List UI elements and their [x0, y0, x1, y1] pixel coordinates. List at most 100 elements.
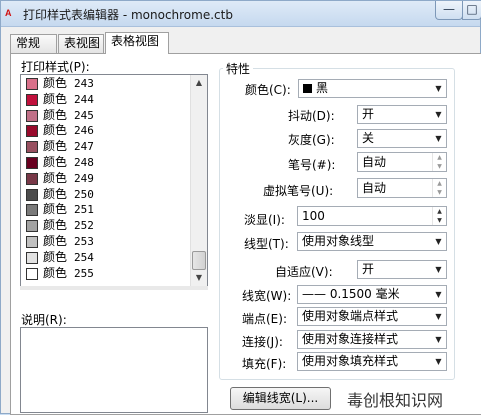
plot-style-name: 颜色	[43, 202, 68, 217]
chevron-down-icon: ▼	[435, 237, 442, 246]
color-dropdown[interactable]: 黑 ▼	[298, 79, 447, 98]
grayscale-dropdown[interactable]: 关 ▼	[357, 129, 447, 148]
plot-style-item[interactable]: 颜色 250	[23, 187, 191, 203]
grayscale-label: 灰度(G):	[288, 133, 335, 147]
plot-style-name: 颜色	[43, 218, 68, 233]
print-style-editor-window: A 打印样式表编辑器 - monochrome.ctb — □ 常规 表视图 表…	[0, 0, 481, 415]
screening-value: 100	[302, 209, 325, 223]
plot-style-item[interactable]: 颜色 243	[23, 76, 191, 92]
plot-style-number: 248	[74, 155, 94, 169]
linetype-dropdown[interactable]: 使用对象线型 ▼	[297, 232, 447, 251]
color-swatch	[26, 251, 38, 264]
spin-down-icon[interactable]: ▼	[433, 188, 446, 197]
pen-number-spinner[interactable]: 自动 ▲ ▼	[357, 152, 447, 172]
pen-number-label: 笔号(#):	[288, 158, 336, 172]
fillstyle-label: 填充(F):	[242, 357, 287, 371]
spin-up-icon[interactable]: ▲	[433, 153, 446, 162]
watermark-text: 毒创根知识网	[347, 391, 444, 410]
scroll-down-arrow-icon[interactable]: ▼	[191, 270, 207, 286]
plot-styles-scrollbar[interactable]: ▲ ▼	[190, 75, 207, 286]
color-swatch	[303, 84, 312, 93]
color-swatch	[26, 78, 38, 90]
pen-number-spin-buttons: ▲ ▼	[432, 153, 446, 171]
lineweight-dropdown[interactable]: —— 0.1500 毫米 ▼	[297, 285, 447, 304]
joinstyle-dropdown[interactable]: 使用对象连接样式 ▼	[297, 330, 447, 349]
lineweight-value: —— 0.1500 毫米	[302, 287, 400, 301]
plot-style-name: 颜色	[43, 139, 68, 154]
title-bar[interactable]: A 打印样式表编辑器 - monochrome.ctb — □	[1, 1, 481, 27]
fillstyle-value: 使用对象填充样式	[302, 354, 399, 368]
plot-style-item[interactable]: 颜色 249	[23, 171, 191, 187]
adaptive-dropdown[interactable]: 开 ▼	[357, 260, 447, 279]
plot-style-item[interactable]: 颜色 252	[23, 218, 191, 234]
app-icon: A	[5, 8, 12, 18]
plot-style-number: 250	[74, 187, 94, 201]
screening-spinner[interactable]: 100 ▲ ▼	[297, 206, 447, 226]
dither-dropdown[interactable]: 开 ▼	[357, 105, 447, 124]
spin-down-icon[interactable]: ▼	[433, 216, 446, 225]
maximize-icon: □	[466, 2, 478, 16]
plot-style-item[interactable]: 颜色 247	[23, 139, 191, 155]
spin-up-icon[interactable]: ▲	[433, 207, 446, 216]
plot-style-name: 颜色	[43, 186, 68, 201]
tab-table-view[interactable]: 表视图	[58, 34, 104, 53]
edit-lineweights-button[interactable]: 编辑线宽(L)...	[230, 387, 331, 410]
plot-style-item[interactable]: 颜色 251	[23, 202, 191, 218]
plot-style-item[interactable]: 颜色 255	[23, 266, 191, 282]
fillstyle-dropdown[interactable]: 使用对象填充样式 ▼	[297, 352, 447, 371]
color-value: 黑	[316, 81, 329, 95]
color-swatch	[26, 220, 38, 233]
plot-style-number: 255	[74, 266, 94, 280]
plot-style-name: 颜色	[43, 91, 68, 106]
endstyle-dropdown[interactable]: 使用对象端点样式 ▼	[297, 307, 447, 326]
lineweight-label: 线宽(W):	[242, 289, 292, 303]
screening-spin-buttons: ▲ ▼	[432, 207, 446, 225]
plot-styles-label: 打印样式(P):	[21, 60, 90, 74]
properties-group-title: 特性	[223, 60, 254, 77]
scroll-up-arrow-icon[interactable]: ▲	[191, 75, 207, 91]
color-swatch	[26, 93, 38, 106]
plot-style-number: 254	[74, 250, 94, 264]
plot-style-number: 252	[74, 219, 94, 233]
plot-styles-rows: 颜色 243 颜色 244 颜色 245 颜色 246 颜色 247 颜色 248 颜色 249 颜色 250…	[23, 76, 191, 281]
plot-style-item[interactable]: 颜色 253	[23, 234, 191, 250]
plot-style-name: 颜色	[43, 107, 68, 122]
color-swatch	[26, 141, 38, 154]
color-label: 颜色(C):	[245, 83, 291, 97]
plot-style-name: 颜色	[43, 265, 68, 280]
plot-style-item[interactable]: 颜色 245	[23, 108, 191, 124]
scroll-thumb[interactable]	[192, 251, 206, 270]
window-title: 打印样式表编辑器 - monochrome.ctb	[23, 8, 233, 22]
chevron-down-icon: ▼	[435, 335, 442, 344]
virtual-pen-value: 自动	[362, 181, 387, 195]
virtual-pen-spinner[interactable]: 自动 ▲ ▼	[357, 178, 447, 198]
screening-label: 淡显(I):	[244, 213, 285, 227]
plot-style-name: 颜色	[43, 249, 68, 264]
color-swatch	[26, 204, 38, 217]
plot-style-name: 颜色	[43, 170, 68, 185]
pen-number-value: 自动	[362, 155, 387, 169]
virtual-pen-spin-buttons: ▲ ▼	[432, 179, 446, 197]
plot-style-item[interactable]: 颜色 246	[23, 123, 191, 139]
tab-form-view[interactable]: 表格视图	[105, 32, 169, 54]
color-swatch	[26, 267, 38, 280]
plot-style-item[interactable]: 颜色 248	[23, 155, 191, 171]
minimize-button[interactable]: —	[435, 1, 463, 20]
plot-styles-list[interactable]: 颜色 243 颜色 244 颜色 245 颜色 246 颜色 247 颜色 248 颜色 249 颜色 250…	[20, 74, 208, 287]
spin-down-icon[interactable]: ▼	[433, 162, 446, 171]
description-label: 说明(R):	[21, 313, 67, 327]
maximize-button[interactable]: □	[462, 1, 481, 20]
plot-style-item[interactable]: 颜色 254	[23, 250, 191, 266]
grayscale-value: 关	[362, 131, 375, 145]
chevron-down-icon: ▼	[435, 312, 442, 321]
linetype-label: 线型(T):	[244, 237, 289, 251]
tab-general[interactable]: 常规	[10, 34, 57, 53]
plot-style-number: 244	[74, 92, 94, 106]
plot-style-item[interactable]: 颜色 244	[23, 92, 191, 108]
spin-up-icon[interactable]: ▲	[433, 179, 446, 188]
description-field[interactable]	[20, 327, 208, 413]
joinstyle-value: 使用对象连接样式	[302, 332, 399, 346]
plot-style-name: 颜色	[43, 123, 68, 138]
color-swatch	[26, 172, 38, 185]
chevron-down-icon: ▼	[435, 134, 442, 143]
